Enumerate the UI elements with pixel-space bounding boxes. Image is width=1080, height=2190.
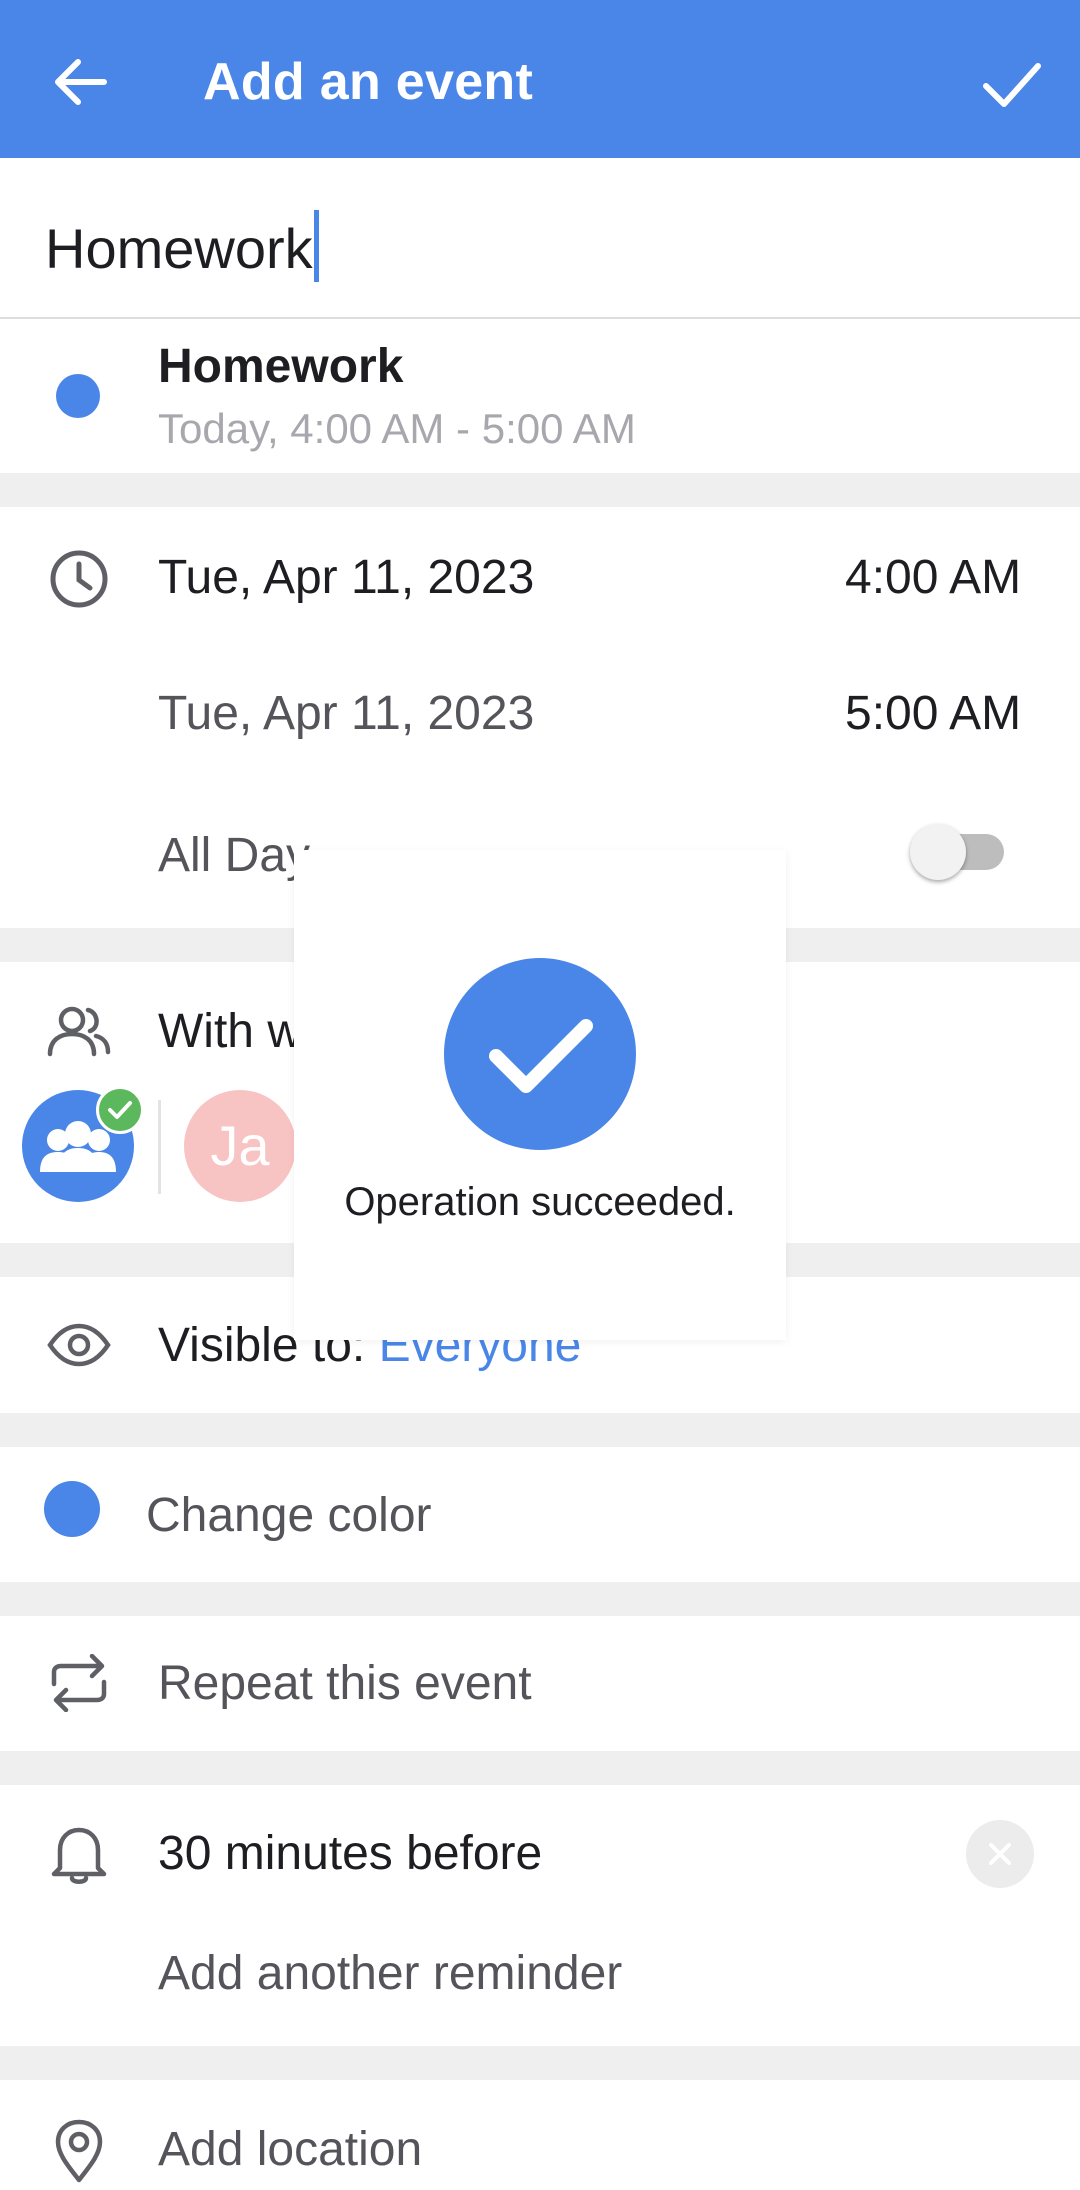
section-divider [0,473,1080,507]
participants-label[interactable]: With w [158,1004,302,1059]
section-divider [0,1751,1080,1785]
success-toast: Operation succeeded. [294,850,786,1340]
location-pin-icon [55,2119,103,2183]
all-day-label: All Day [158,829,311,882]
avatar-divider [158,1100,161,1194]
save-check-icon[interactable] [980,52,1044,116]
reminder-label[interactable]: 30 minutes before [158,1826,542,1881]
check-icon [108,1101,132,1119]
bell-icon [51,1827,107,1884]
end-date[interactable]: Tue, Apr 11, 2023 [158,686,534,741]
summary-time-range: Today, 4:00 AM - 5:00 AM [158,405,636,452]
page-title: Add an event [203,53,534,111]
people-icon [47,1006,111,1057]
selected-badge [96,1086,144,1134]
text-cursor [313,210,319,282]
back-arrow-icon[interactable] [48,50,112,114]
event-summary: Homework Today, 4:00 AM - 5:00 AM [0,319,1080,473]
change-color-label[interactable]: Change color [146,1488,432,1543]
success-badge [444,958,636,1150]
event-title-input[interactable]: Homework [0,158,1080,319]
end-time[interactable]: 5:00 AM [845,686,1021,741]
start-time[interactable]: 4:00 AM [845,550,1021,605]
close-icon [989,1843,1011,1865]
clock-icon [50,550,108,608]
summary-name: Homework [158,340,404,393]
color-swatch[interactable] [44,1481,100,1537]
event-title-value: Homework [45,217,313,280]
toast-message: Operation succeeded. [344,1180,736,1224]
start-date[interactable]: Tue, Apr 11, 2023 [158,550,534,605]
section-divider [0,1582,1080,1616]
repeat-icon [51,1654,107,1712]
repeat-event-label[interactable]: Repeat this event [158,1656,532,1711]
event-color-dot [56,374,100,418]
add-reminder-button[interactable]: Add another reminder [158,1946,622,2001]
checkmark-icon [489,1019,593,1093]
remove-reminder-button[interactable] [966,1820,1034,1888]
section-divider [0,2046,1080,2080]
all-day-toggle-thumb[interactable] [910,824,966,880]
app-bar: Add an event [0,0,1080,158]
eye-icon [47,1323,111,1367]
person-avatar[interactable]: Ja [184,1090,296,1202]
add-location-button[interactable]: Add location [158,2122,422,2177]
section-divider [0,1413,1080,1447]
